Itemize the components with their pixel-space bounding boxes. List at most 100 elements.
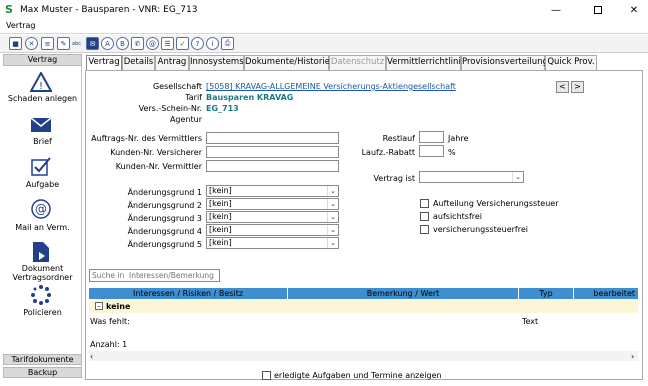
menu-vertrag[interactable]: Vertrag (6, 21, 35, 30)
save-icon[interactable]: ■ (9, 37, 22, 50)
print-icon[interactable]: ⎙ (221, 37, 234, 50)
row-count: Anzahl: 1 (90, 340, 128, 349)
app-logo: S (5, 3, 13, 16)
phone-icon[interactable]: ✆ (131, 37, 144, 50)
erledigte-label: erledigte Aufgaben und Termine anzeigen (274, 371, 442, 380)
svg-text:@: @ (35, 202, 47, 216)
aenderung2-select[interactable]: [kein] ⌄ (206, 198, 339, 210)
tarif-value: Bausparen KRAVAG (206, 93, 294, 102)
sidebar-backup[interactable]: Backup (3, 367, 82, 378)
sidebar-item-mail[interactable]: Mail an Verm. (3, 223, 82, 232)
next-button[interactable]: > (571, 81, 584, 93)
vertrag-ist-select[interactable]: ⌄ (419, 171, 524, 183)
list-icon[interactable]: ≡ (41, 37, 54, 50)
info-icon[interactable]: i (206, 37, 219, 50)
aenderung3-label: Änderungsgrund 3 (127, 214, 202, 223)
tab-vermittlerrichtlinie[interactable]: Vermittlerrichtlinie (386, 55, 466, 70)
col-bearbeitet[interactable]: bearbeitet (574, 288, 638, 299)
edit-icon[interactable]: ✎ (57, 37, 70, 50)
tab-provisionsverteilung[interactable]: Provisionsverteilung (461, 55, 548, 70)
kunden-verm-input[interactable] (206, 160, 339, 172)
email-icon[interactable]: ✉ (86, 37, 99, 50)
help-icon[interactable]: ? (191, 37, 204, 50)
spinner-icon[interactable] (31, 285, 51, 305)
col-interessen[interactable]: Interessen / Risiken / Besitz (89, 288, 288, 299)
chevron-down-icon[interactable]: ⌄ (327, 199, 338, 209)
scroll-right-icon[interactable]: › (631, 352, 634, 361)
jahre-label: Jahre (448, 134, 469, 143)
cancel-icon[interactable]: ✕ (25, 37, 38, 50)
agentur-label: Agentur (169, 115, 202, 124)
aenderung2-label: Änderungsgrund 2 (127, 201, 202, 210)
aenderung4-label: Änderungsgrund 4 (127, 227, 202, 236)
erledigte-checkbox[interactable] (262, 371, 271, 380)
tab-innosystems[interactable]: Innosystems (189, 55, 244, 70)
aenderung5-select[interactable]: [kein] ⌄ (206, 237, 339, 249)
chevron-down-icon[interactable]: ⌄ (327, 238, 338, 248)
laufz-label: Laufz.-Rabatt (361, 148, 415, 157)
restlauf-input[interactable] (419, 131, 444, 143)
tab-antrag[interactable]: Antrag (155, 55, 189, 70)
card-icon[interactable]: abc (70, 37, 83, 50)
sidebar-item-dokument[interactable]: Dokument Vertragsordner (3, 264, 82, 282)
kunden-vers-input[interactable] (206, 146, 339, 158)
laufz-input[interactable] (419, 145, 444, 157)
text-b-icon[interactable]: B (116, 37, 129, 50)
percent-label: % (448, 148, 456, 157)
group-label: keine (106, 302, 131, 311)
checkbox-icon[interactable]: ✓ (176, 37, 189, 50)
col-bemerkung[interactable]: Bemerkung / Wert (288, 288, 519, 299)
aenderung3-select[interactable]: [kein] ⌄ (206, 211, 339, 223)
aenderung1-select[interactable]: [kein] ⌄ (206, 185, 339, 197)
vsnr-value: EG_713 (206, 104, 239, 113)
kunden-vers-label: Kunden-Nr. Versicherer (110, 148, 202, 157)
sidebar-item-aufgabe[interactable]: Aufgabe (3, 180, 82, 189)
prev-button[interactable]: < (556, 81, 569, 93)
tab-datenschutz[interactable]: Datenschutz (329, 55, 386, 70)
at-icon[interactable]: @ (146, 37, 159, 50)
steuerfrei-checkbox[interactable] (420, 225, 429, 234)
aufsicht-checkbox[interactable] (420, 212, 429, 221)
search-input[interactable] (89, 269, 220, 282)
horizontal-scrollbar[interactable] (89, 351, 638, 361)
group-row[interactable] (89, 299, 638, 313)
menu-bar (0, 20, 648, 34)
auftrag-input[interactable] (206, 132, 339, 144)
window-title: Max Muster - Bausparen - VNR: EG_713 (20, 5, 198, 15)
collapse-icon[interactable]: – (95, 302, 103, 310)
tab-details[interactable]: Details (122, 55, 155, 70)
aenderung5-label: Änderungsgrund 5 (127, 240, 202, 249)
notes-icon[interactable]: ☰ (161, 37, 174, 50)
text-a-icon[interactable]: A (101, 37, 114, 50)
close-icon[interactable]: ✕ (614, 0, 648, 20)
gesellschaft-link[interactable]: [5058] KRAVAG-ALLGEMEINE Versicherungs-A… (206, 82, 456, 91)
vertrag-ist-label: Vertrag ist (373, 174, 415, 183)
warning-icon[interactable]: ! (30, 72, 52, 92)
col-typ[interactable]: Typ (519, 288, 574, 299)
chevron-down-icon[interactable]: ⌄ (327, 186, 338, 196)
document-icon[interactable] (31, 241, 51, 263)
aufteilung-checkbox[interactable] (420, 199, 429, 208)
maximize-icon[interactable] (578, 0, 618, 20)
tab-vertrag[interactable]: Vertrag (86, 55, 122, 71)
at-mail-icon[interactable]: @ (31, 199, 51, 219)
tab-quick-prov[interactable]: Quick Prov. (545, 55, 597, 70)
letter-icon[interactable] (30, 117, 52, 133)
task-icon[interactable] (30, 156, 52, 176)
minimize-icon[interactable]: — (536, 0, 576, 20)
kunden-verm-label: Kunden-Nr. Vermittler (115, 162, 202, 171)
scroll-left-icon[interactable]: ‹ (90, 352, 93, 361)
tab-dokumente[interactable]: Dokumente/Historie (244, 55, 330, 70)
sidebar-item-policieren[interactable]: Policieren (3, 308, 82, 317)
chevron-down-icon[interactable]: ⌄ (512, 172, 523, 182)
sidebar-tarifdokumente[interactable]: Tarifdokumente (3, 354, 82, 365)
gesellschaft-label: Gesellschaft (152, 82, 202, 91)
sidebar-item-brief[interactable]: Brief (3, 137, 82, 146)
aenderung4-select[interactable]: [kein] ⌄ (206, 224, 339, 236)
chevron-down-icon[interactable]: ⌄ (327, 225, 338, 235)
chevron-down-icon[interactable]: ⌄ (327, 212, 338, 222)
vsnr-label: Vers.-Schein-Nr. (138, 104, 202, 113)
sidebar-item-schaden[interactable]: Schaden anlegen (3, 94, 82, 103)
sidebar-header[interactable]: Vertrag (3, 54, 82, 66)
aufteilung-label: Aufteilung Versicherungssteuer (433, 199, 559, 208)
